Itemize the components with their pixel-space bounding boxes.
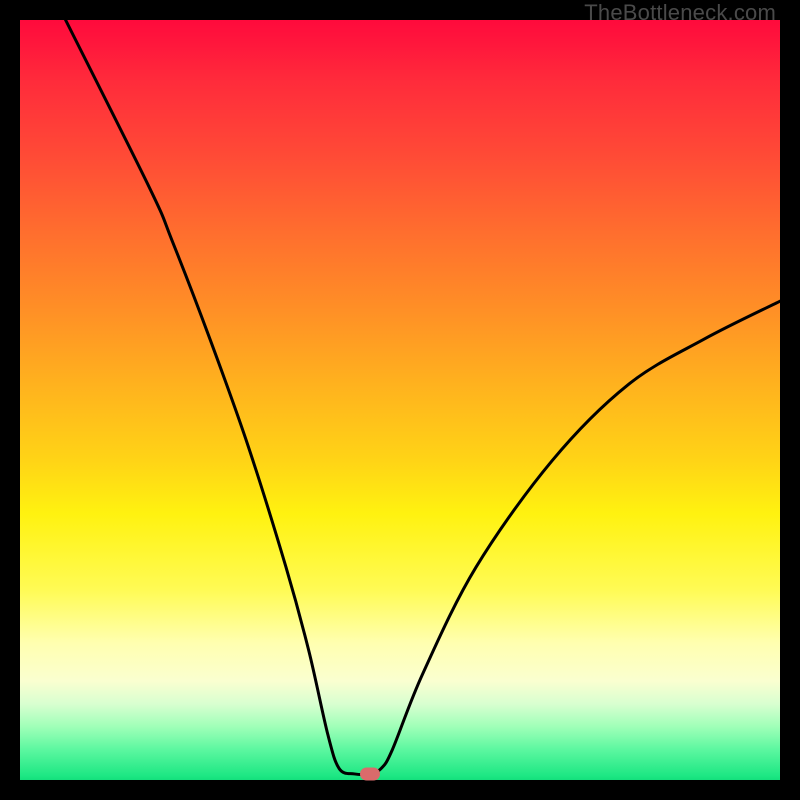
gradient-plot-area	[20, 20, 780, 780]
optimal-point-marker	[360, 767, 380, 780]
watermark-text: TheBottleneck.com	[584, 0, 776, 26]
chart-frame: TheBottleneck.com	[0, 0, 800, 800]
